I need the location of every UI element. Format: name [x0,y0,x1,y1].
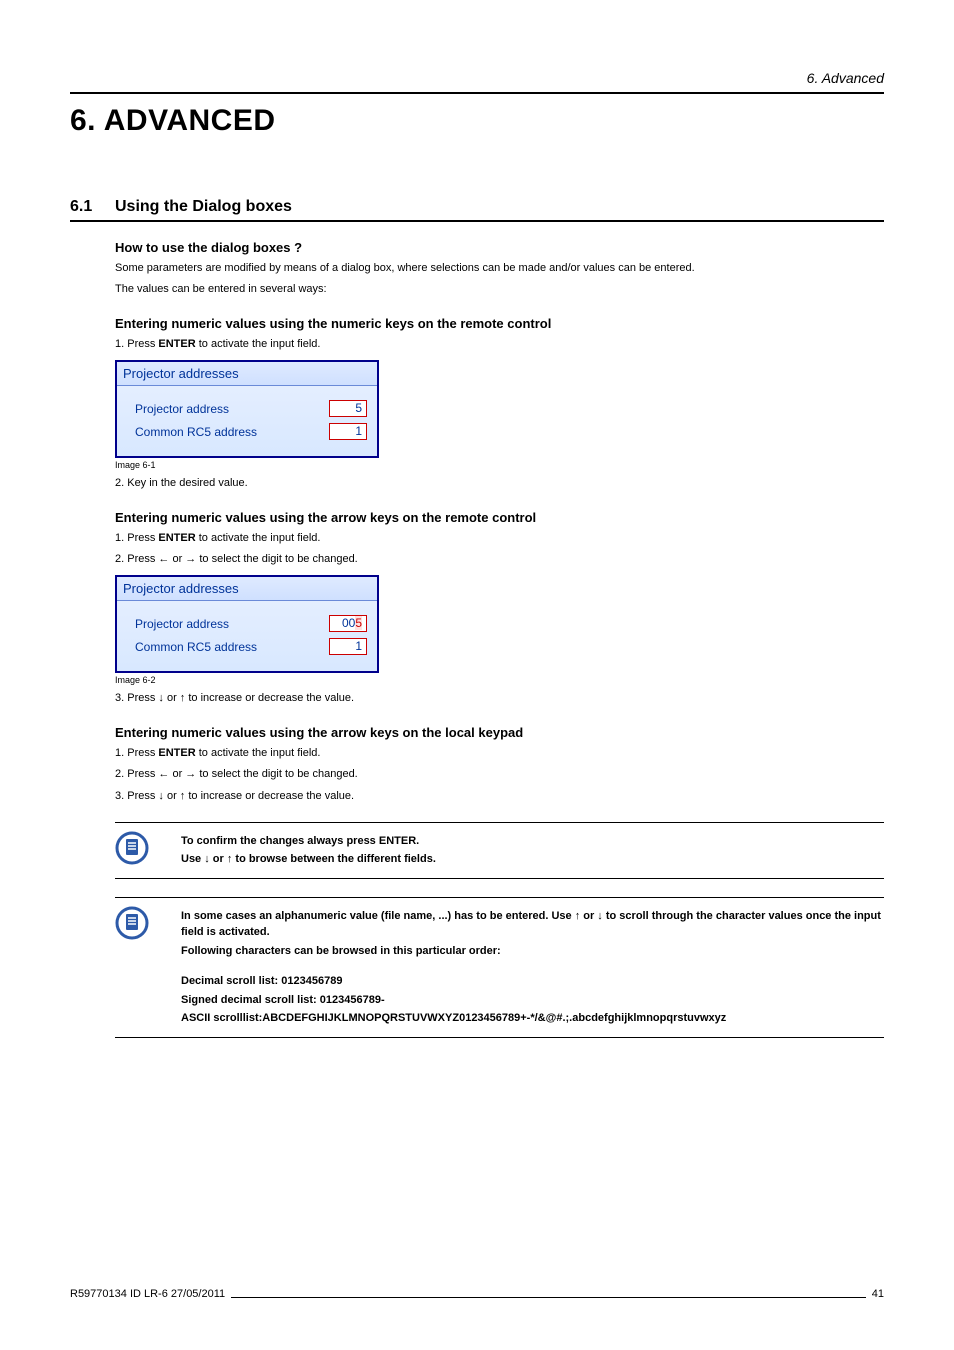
note-text: In some cases an alphanumeric value (fil… [153,906,884,1029]
step-text: 2. Press ← or → to select the digit to b… [115,552,884,567]
section-rule [70,220,884,222]
sub-heading-arrow-remote: Entering numeric values using the arrow … [115,510,884,525]
dialog-label: Common RC5 address [135,640,257,654]
note-line: Use ↓ or ↑ to browse between the differe… [181,851,884,868]
dialog-projector-addresses: Projector addresses Projector address 5 … [115,360,379,458]
content-area: How to use the dialog boxes ? Some param… [115,240,884,1038]
step-text: 2. Press ← or → to select the digit to b… [115,767,884,782]
footer-rule [231,1297,866,1298]
step-text: 3. Press ↓ or ↑ to increase or decrease … [115,789,884,804]
dialog-label: Projector address [135,617,229,631]
page-footer: R59770134 ID LR-6 27/05/2011 41 [70,1288,884,1300]
step-text: 1. Press ENTER to activate the input fie… [115,531,884,546]
dialog-title: Projector addresses [117,577,377,601]
step-bold: ENTER [158,747,195,759]
note-icon [115,906,153,940]
dialog-row: Common RC5 address 1 [135,638,367,655]
note-icon [115,831,153,865]
note-rule [115,1037,884,1038]
dialog-row: Projector address 005 [135,615,367,632]
note-line: ASCII scrolllist:ABCDEFGHIJKLMNOPQRSTUVW… [181,1010,884,1027]
image-caption: Image 6-1 [115,460,884,470]
chapter-title: 6. ADVANCED [70,104,884,138]
step-prefix: 1. Press [115,338,158,350]
dialog-body: Projector address 005 Common RC5 address… [117,601,377,671]
step-bold: ENTER [158,338,195,350]
dialog-projector-addresses: Projector addresses Projector address 00… [115,575,379,673]
dialog-input[interactable]: 1 [329,638,367,655]
note-text: To confirm the changes always press ENTE… [153,831,884,870]
dialog-row: Common RC5 address 1 [135,423,367,440]
note-line: Decimal scroll list: 0123456789 [181,973,884,990]
dialog-input[interactable]: 5 [329,400,367,417]
image-caption: Image 6-2 [115,675,884,685]
footer-page-number: 41 [872,1288,884,1300]
note-rule [115,878,884,879]
sub-heading-howto: How to use the dialog boxes ? [115,240,884,255]
note-block: In some cases an alphanumeric value (fil… [115,897,884,1038]
dialog-label: Projector address [135,402,229,416]
step-suffix: to activate the input field. [196,532,321,544]
step-suffix: to activate the input field. [196,338,321,350]
dialog-label: Common RC5 address [135,425,257,439]
header-rule [70,92,884,94]
step-text: 2. Key in the desired value. [115,476,884,491]
note-block: To confirm the changes always press ENTE… [115,822,884,879]
step-bold: ENTER [158,532,195,544]
dialog-title: Projector addresses [117,362,377,386]
step-text: 1. Press ENTER to activate the input fie… [115,746,884,761]
running-header: 6. Advanced [70,70,884,92]
note-line: In some cases an alphanumeric value (fil… [181,908,884,941]
section-number: 6.1 [70,198,115,216]
sub-heading-arrow-keypad: Entering numeric values using the arrow … [115,725,884,740]
body-text: The values can be entered in several way… [115,282,884,297]
note-line: Signed decimal scroll list: 0123456789- [181,992,884,1009]
dialog-body: Projector address 5 Common RC5 address 1 [117,386,377,456]
step-text: 1. Press ENTER to activate the input fie… [115,337,884,352]
note-line: Following characters can be browsed in t… [181,943,884,960]
value-prefix: 00 [342,616,355,630]
value-highlight: 5 [355,616,362,630]
section-heading: 6.1 Using the Dialog boxes [70,198,884,220]
dialog-row: Projector address 5 [135,400,367,417]
sub-heading-numeric-remote: Entering numeric values using the numeri… [115,316,884,331]
page: 6. Advanced 6. ADVANCED 6.1 Using the Di… [0,0,954,1350]
step-prefix: 1. Press [115,532,158,544]
dialog-input[interactable]: 005 [329,615,367,632]
section-title: Using the Dialog boxes [115,198,292,216]
body-text: Some parameters are modified by means of… [115,261,884,276]
step-suffix: to activate the input field. [196,747,321,759]
footer-left: R59770134 ID LR-6 27/05/2011 [70,1288,225,1300]
dialog-input[interactable]: 1 [329,423,367,440]
step-text: 3. Press ↓ or ↑ to increase or decrease … [115,691,884,706]
note-line: To confirm the changes always press ENTE… [181,833,884,850]
step-prefix: 1. Press [115,747,158,759]
